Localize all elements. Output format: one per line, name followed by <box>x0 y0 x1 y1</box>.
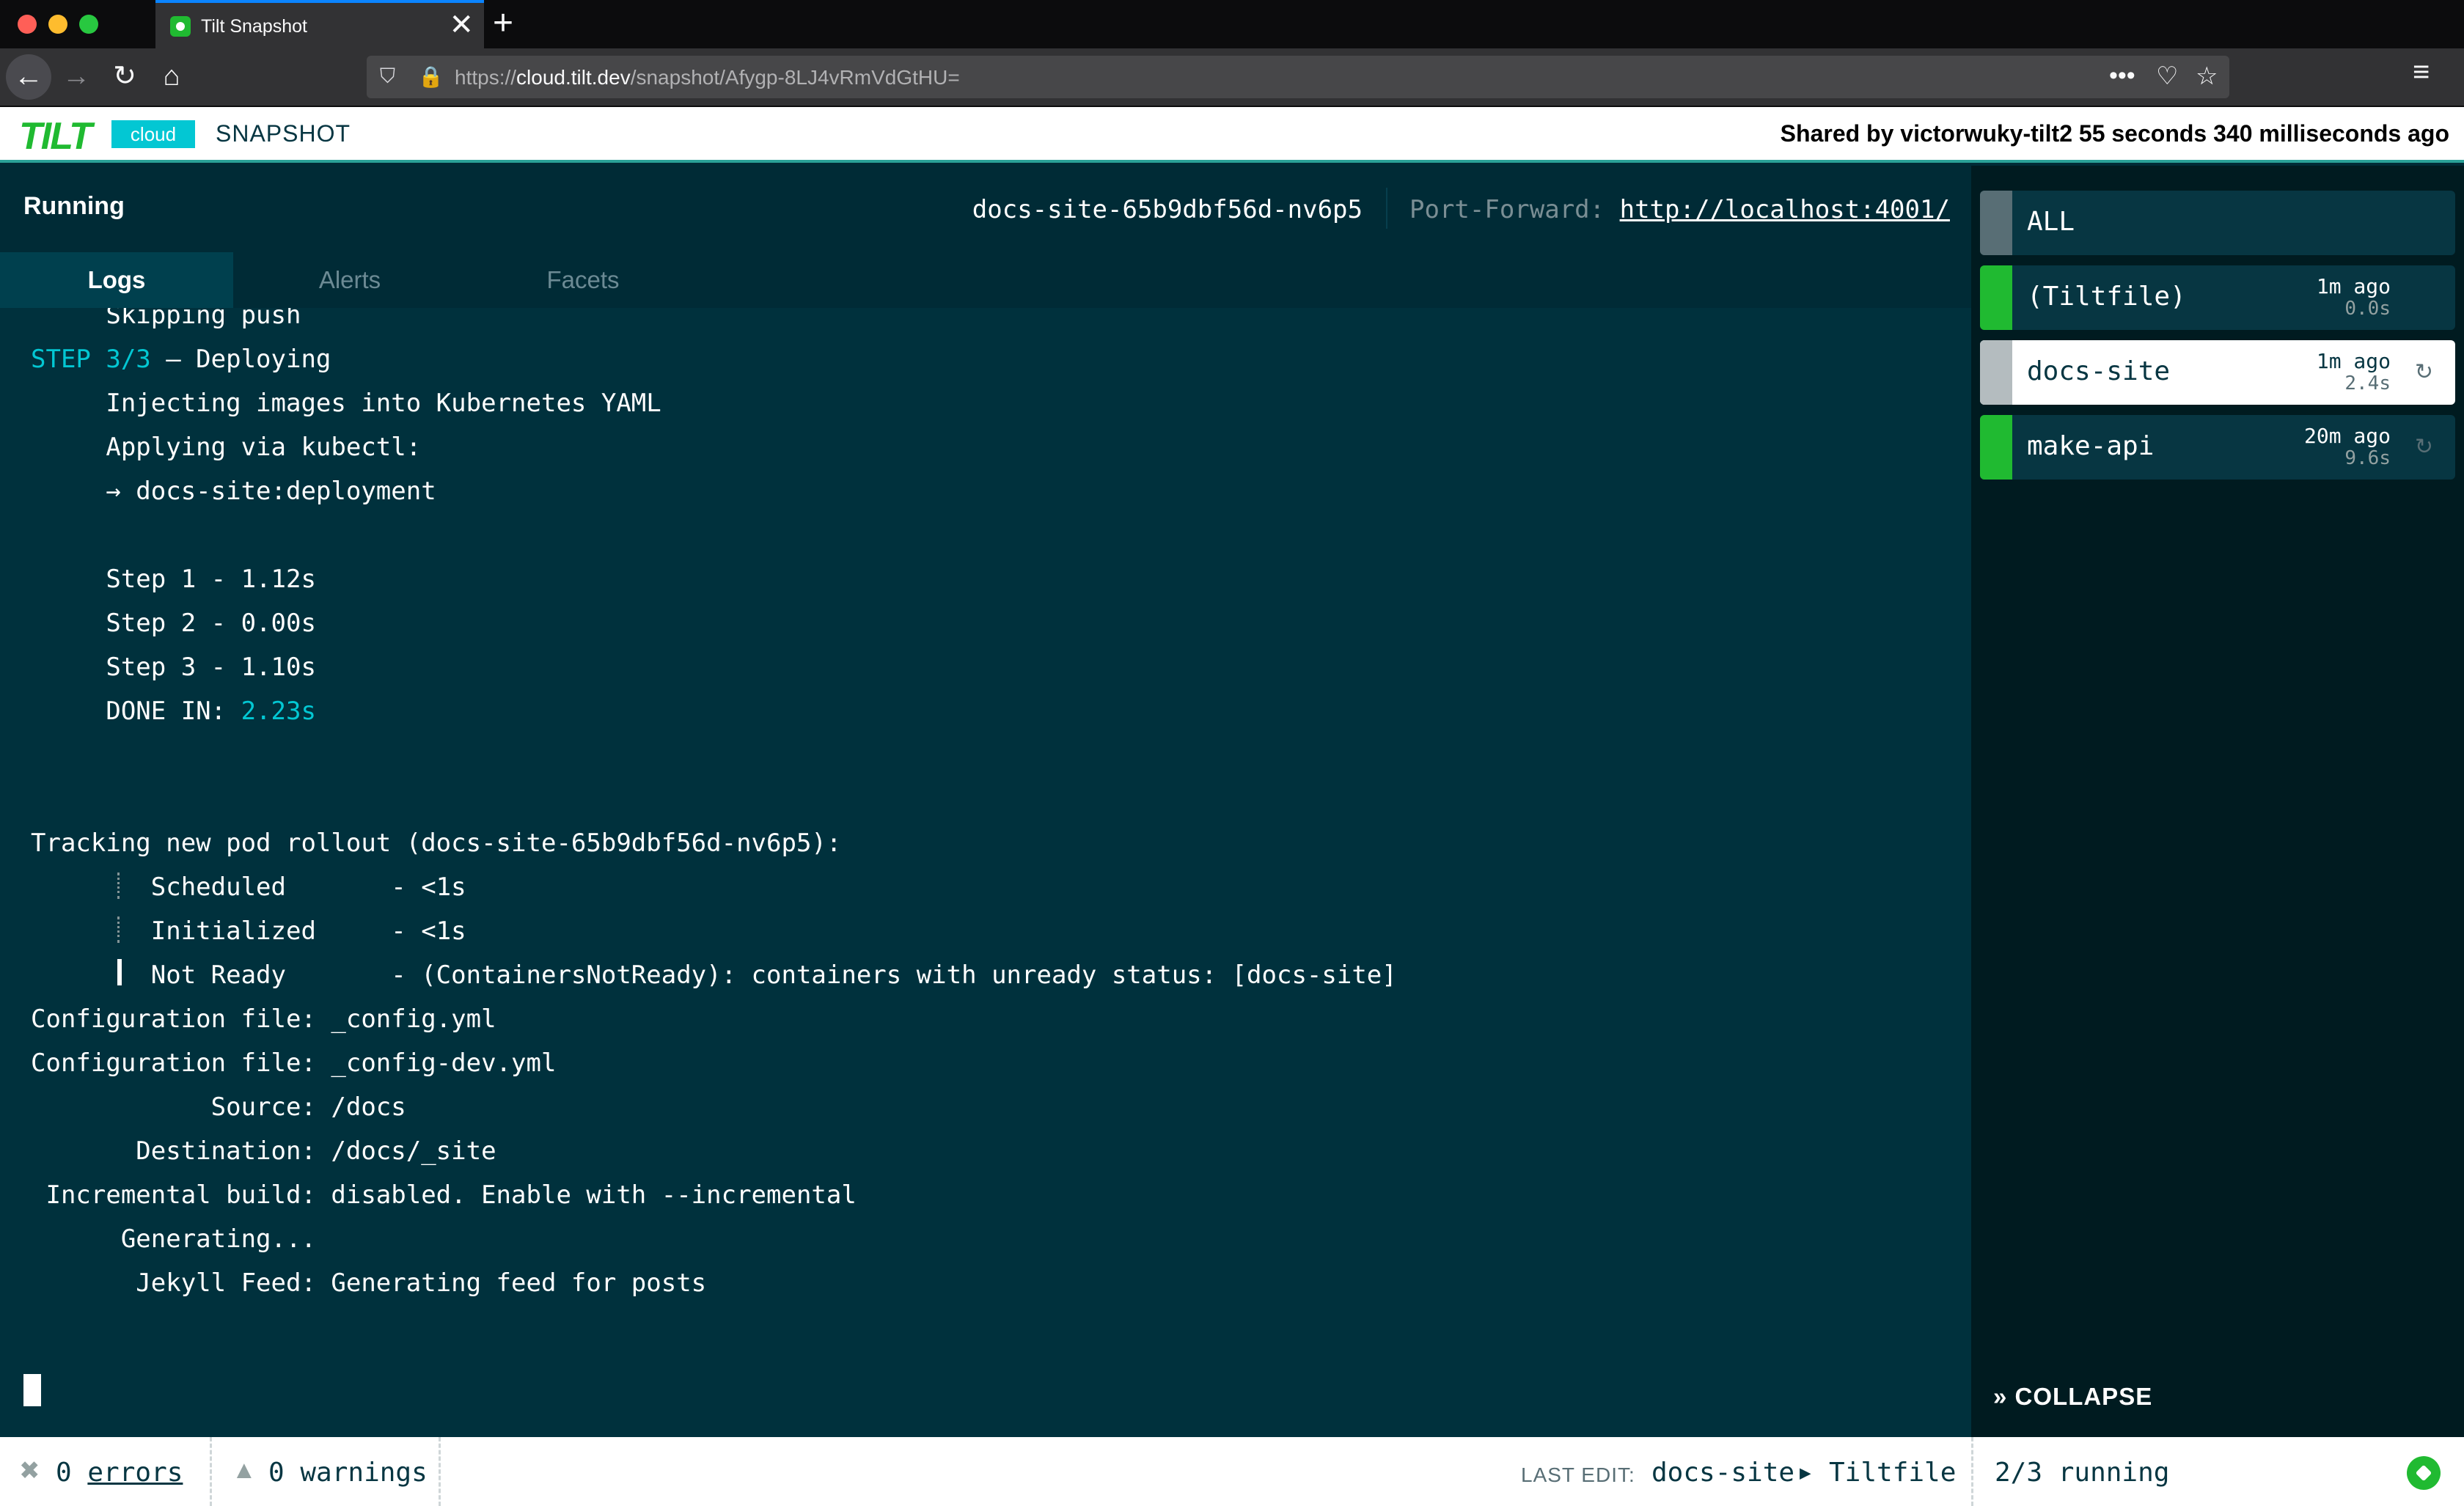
warning-icon: ▲ <box>232 1456 257 1484</box>
sidebar-item-tiltfile[interactable]: (Tiltfile) 1m ago 0.0s <box>1980 265 2455 330</box>
log-line: → docs-site:deployment <box>31 477 436 506</box>
minimize-window-button[interactable] <box>48 15 67 34</box>
tilt-header: TILT cloud SNAPSHOT Shared by victorwuky… <box>0 107 2464 163</box>
log-line: DONE IN: 2.23s <box>31 697 316 726</box>
last-edit-file: Tiltfile <box>1829 1458 1957 1488</box>
trigger-update-icon[interactable]: ↻ <box>2415 359 2433 385</box>
status-indicator <box>1980 340 2012 405</box>
sidebar-item-all[interactable]: ALL <box>1980 191 2455 255</box>
url-text[interactable]: https://cloud.tilt.dev/snapshot/Afygp-8L… <box>455 66 960 89</box>
trigger-update-icon[interactable]: ↻ <box>2415 434 2433 460</box>
resource-status: Running <box>23 192 125 220</box>
main-pane: Running docs-site-65b9dbf56d-nv6p5 Port-… <box>0 166 1971 1437</box>
log-line: Injecting images into Kubernetes YAML <box>31 389 661 418</box>
shared-by-text: Shared by victorwuky-tilt2 55 seconds 34… <box>1780 120 2449 147</box>
running-count: 2/3 running <box>1995 1458 2170 1488</box>
hamburger-menu-icon[interactable]: ≡ <box>2413 56 2430 89</box>
tab-logs[interactable]: Logs <box>0 252 233 308</box>
log-line: Applying via kubectl: <box>31 433 422 462</box>
log-line: Scheduled - <1s <box>31 873 466 902</box>
new-tab-button[interactable]: + <box>493 3 513 44</box>
divider <box>439 1437 441 1506</box>
log-line: Configuration file: _config-dev.yml <box>31 1048 557 1078</box>
star-icon[interactable]: ☆ <box>2196 62 2218 91</box>
log-line: STEP 3/3 — Deploying <box>31 345 331 374</box>
log-line: Step 3 - 1.10s <box>31 653 316 682</box>
log-line: Destination: /docs/_site <box>31 1136 496 1166</box>
last-update-time: 20m ago <box>2303 424 2391 448</box>
tilt-logo[interactable]: TILT <box>19 114 92 158</box>
last-update-time: 1m ago <box>2316 274 2391 298</box>
shield-icon[interactable]: ⛉ <box>380 65 395 89</box>
forward-arrow-icon[interactable]: → <box>56 56 97 97</box>
divider <box>1971 1437 1973 1506</box>
sidebar-item-label: ALL <box>2027 207 2075 237</box>
log-line: Generating... <box>31 1224 316 1254</box>
last-edit-label: LAST EDIT: <box>1521 1463 1635 1486</box>
sidebar-item-label: docs-site <box>2027 356 2171 386</box>
divider <box>210 1437 212 1506</box>
log-line: Incremental build: disabled. Enable with… <box>31 1180 857 1210</box>
more-icon[interactable]: ••• <box>2109 62 2135 90</box>
warnings-count[interactable]: 0 warnings <box>268 1458 428 1488</box>
caret-right-icon: ▶ <box>1800 1462 1811 1484</box>
url-bar[interactable]: ⛉ 🔒 https://cloud.tilt.dev/snapshot/Afyg… <box>367 56 2229 98</box>
browser-tab[interactable]: Tilt Snapshot ✕ <box>155 0 484 48</box>
log-line: Configuration file: _config.yml <box>31 1004 496 1034</box>
browser-tab-bar: Tilt Snapshot ✕ + <box>0 0 2464 48</box>
cloud-badge: cloud <box>111 120 195 148</box>
divider <box>1386 188 1387 229</box>
pod-name: docs-site-65b9dbf56d-nv6p5 <box>972 195 1363 224</box>
resource-sidebar: ALL (Tiltfile) 1m ago 0.0s docs-site 1m … <box>1971 166 2464 1437</box>
log-line: Jekyll Feed: Generating feed for posts <box>31 1268 707 1298</box>
double-chevron-right-icon: » <box>1993 1383 2008 1410</box>
build-duration: 9.6s <box>2344 447 2391 469</box>
status-indicator <box>1980 191 2012 255</box>
log-line: Step 1 - 1.12s <box>31 565 316 594</box>
log-line: Tracking new pod rollout (docs-site-65b9… <box>31 829 842 858</box>
port-forward-link[interactable]: http://localhost:4001/ <box>1620 195 1950 224</box>
errors-count[interactable]: 0 errors <box>56 1458 183 1488</box>
tilt-status-logo-icon <box>2407 1456 2441 1490</box>
tab-facets[interactable]: Facets <box>466 252 700 308</box>
log-line: Skipping push <box>31 308 301 330</box>
log-line: Not Ready - (ContainersNotReady): contai… <box>31 960 1397 990</box>
sidebar-item-label: make-api <box>2027 431 2155 461</box>
collapse-sidebar-button[interactable]: » COLLAPSE <box>1993 1383 2152 1411</box>
log-line: Step 2 - 0.00s <box>31 609 316 638</box>
build-duration: 2.4s <box>2344 372 2391 394</box>
tab-alerts[interactable]: Alerts <box>233 252 466 308</box>
build-duration: 0.0s <box>2344 298 2391 320</box>
browser-nav-bar: ← → ↻ ⌂ ⛉ 🔒 https://cloud.tilt.dev/snaps… <box>0 48 2464 107</box>
home-icon[interactable]: ⌂ <box>151 56 192 97</box>
sidebar-item-docs-site[interactable]: docs-site 1m ago 2.4s ↻ <box>1980 340 2455 405</box>
log-output[interactable]: Skipping push STEP 3/3 — Deploying Injec… <box>0 308 1971 1437</box>
log-line: Initialized - <1s <box>31 917 466 946</box>
maximize-window-button[interactable] <box>79 15 98 34</box>
lock-icon[interactable]: 🔒 <box>418 65 444 89</box>
sidebar-item-make-api[interactable]: make-api 20m ago 9.6s ↻ <box>1980 415 2455 480</box>
log-line: Source: /docs <box>31 1092 406 1122</box>
status-indicator <box>1980 265 2012 330</box>
status-bar: ✖ 0 errors ▲ 0 warnings LAST EDIT: docs-… <box>0 1437 2464 1506</box>
last-update-time: 1m ago <box>2316 349 2391 373</box>
sidebar-item-label: (Tiltfile) <box>2027 282 2186 312</box>
port-forward: Port-Forward: http://localhost:4001/ <box>1409 195 1950 224</box>
back-arrow-icon[interactable]: ← <box>6 54 51 100</box>
status-indicator <box>1980 415 2012 480</box>
last-edit-resource[interactable]: docs-site <box>1651 1458 1794 1488</box>
terminal-cursor <box>23 1374 41 1406</box>
pocket-icon[interactable]: ♡ <box>2156 62 2178 91</box>
tab-title: Tilt Snapshot <box>201 16 307 37</box>
reload-icon[interactable]: ↻ <box>104 56 145 97</box>
snapshot-label: SNAPSHOT <box>216 120 351 147</box>
close-window-button[interactable] <box>18 15 37 34</box>
error-icon: ✖ <box>19 1457 40 1485</box>
tilt-favicon-icon <box>170 16 191 37</box>
tab-close-icon[interactable]: ✕ <box>449 9 474 41</box>
